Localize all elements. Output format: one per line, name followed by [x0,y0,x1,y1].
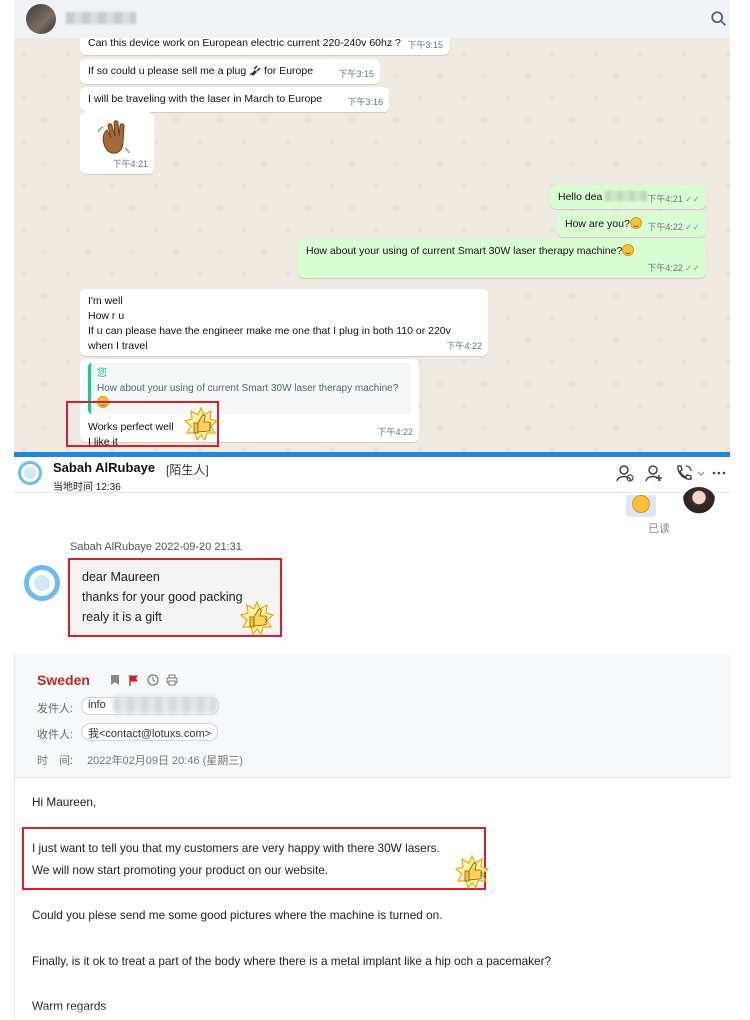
contact-avatar[interactable] [26,4,56,34]
clock-icon[interactable] [147,674,159,686]
my-avatar[interactable] [682,487,716,517]
message-text: Works perfect well I like it [88,421,174,448]
email-body-line: I just want to tell you that my customer… [32,841,440,855]
thumbs-up-icon [240,601,274,635]
read-ticks-icon: ✓✓ [684,194,700,204]
message-time: 下午3:16 [347,97,383,107]
email-header: Sweden 发件人: info 收件人: 我<contact@lotuxs.c… [15,655,731,778]
smiling-emoji-icon [629,217,642,229]
sender-avatar[interactable] [24,565,60,601]
thumbs-up-icon [184,407,218,441]
whatsapp-chat-panel: Can this device work on European electri… [14,0,730,452]
contact-avatar[interactable] [18,461,42,485]
message-incoming[interactable]: I'm well How r u If u can please have th… [80,289,488,356]
message-outgoing[interactable]: How are you? 下午4:22 ✓✓ [557,212,706,237]
read-ticks-icon: ✓✓ [684,222,700,232]
contact-name-blurred [66,12,136,24]
contact-name[interactable]: Sabah AlRubaye [53,460,155,475]
quoted-message[interactable]: 您 How about your using of current Smart … [88,363,411,414]
smiling-emoji-icon [97,396,109,408]
email-subject: Sweden [37,672,90,688]
email-greeting: Hi Maureen, [32,795,97,809]
message-text: Hello dea [558,191,603,203]
message-text: If so could u please sell me a plug [88,65,247,77]
message-text: How are you? [565,218,630,230]
message-text: How about your using of current Smart 30… [306,245,623,257]
message-text-suffix: for Europe [264,65,314,77]
email-body-line: Finally, is it ok to treat a part of the… [32,954,552,968]
waving-hand-icon [97,120,130,154]
message-text: I'm well How r u If u can please have th… [88,295,451,352]
sender-address-blur [113,696,217,714]
red-flag-icon[interactable] [128,674,140,686]
message-incoming-emoji[interactable]: 下午4:21 [80,112,154,174]
message-time: 下午3:15 [407,40,443,50]
to-label: 收件人: [37,729,74,741]
message-incoming[interactable]: If so could u please sell me a plug for … [80,59,380,84]
stranger-tag: [陌生人] [166,463,209,477]
user-profile-icon[interactable] [615,463,635,483]
email-body-line: Could you plese send me some good pictur… [32,908,443,922]
phone-call-icon[interactable] [674,463,694,483]
message-time: 下午4:22 [446,341,482,351]
email-view: Sweden 发件人: info 收件人: 我<contact@lotuxs.c… [14,655,731,1020]
read-ticks-icon: ✓✓ [684,263,700,273]
email-body-line: We will now start promoting your product… [32,863,329,877]
message-time: 下午4:21 [647,194,683,204]
message-time: 下午4:22 [377,427,413,437]
chat-header [14,0,730,38]
message-time: 下午4:22 [647,263,683,273]
local-time: 当地时间 12:36 [53,482,121,493]
time-label: 时 间: [37,755,74,767]
message-outgoing[interactable]: Hello dea 下午4:21 ✓✓ [550,185,706,209]
message-incoming[interactable]: I will be traveling with the laser in Ma… [80,87,389,112]
bookmark-icon[interactable] [109,674,121,686]
message-outgoing[interactable]: How about your using of current Smart 30… [298,239,706,278]
bottom-fade [15,1006,731,1020]
add-user-icon[interactable] [644,463,664,483]
sent-sticker-thumbnail[interactable] [626,495,656,517]
recipient-address-chip[interactable]: 我<contact@lotuxs.com> [81,723,219,741]
sender-timestamp: Sabah AlRubaye 2022-09-20 21:31 [70,541,242,553]
highlight-box [22,827,486,890]
name-blur [605,191,648,201]
message-time: 下午4:22 [647,222,683,232]
read-status: 已读 [648,523,670,535]
send-time: 2022年02月09日 20:46 (星期三) [87,755,243,767]
message-time: 下午3:15 [338,69,374,79]
chevron-down-icon[interactable] [696,463,706,483]
more-options-icon[interactable] [712,463,726,483]
search-icon[interactable] [710,10,728,28]
print-icon[interactable] [166,674,178,686]
message-line: dear Maureen [82,570,160,584]
message-text: I will be traveling with the laser in Ma… [88,93,323,105]
thumbs-up-icon [455,855,489,889]
message-time: 下午4:21 [112,159,148,169]
smiling-emoji-icon [622,244,635,256]
message-incoming-reply[interactable]: 您 How about your using of current Smart … [80,359,419,448]
quote-text: How about your using of current Smart 30… [97,383,399,394]
im-chat-panel: Sabah AlRubaye [陌生人] 当地时间 12:36 已读 Sabah… [14,457,730,655]
message-text: Can this device work on European electri… [88,37,401,49]
from-label: 发件人: [37,703,74,715]
plug-emoji-icon [249,65,261,76]
chat-header: Sabah AlRubaye [陌生人] 当地时间 12:36 [14,457,730,493]
quote-author: 您 [97,368,107,379]
